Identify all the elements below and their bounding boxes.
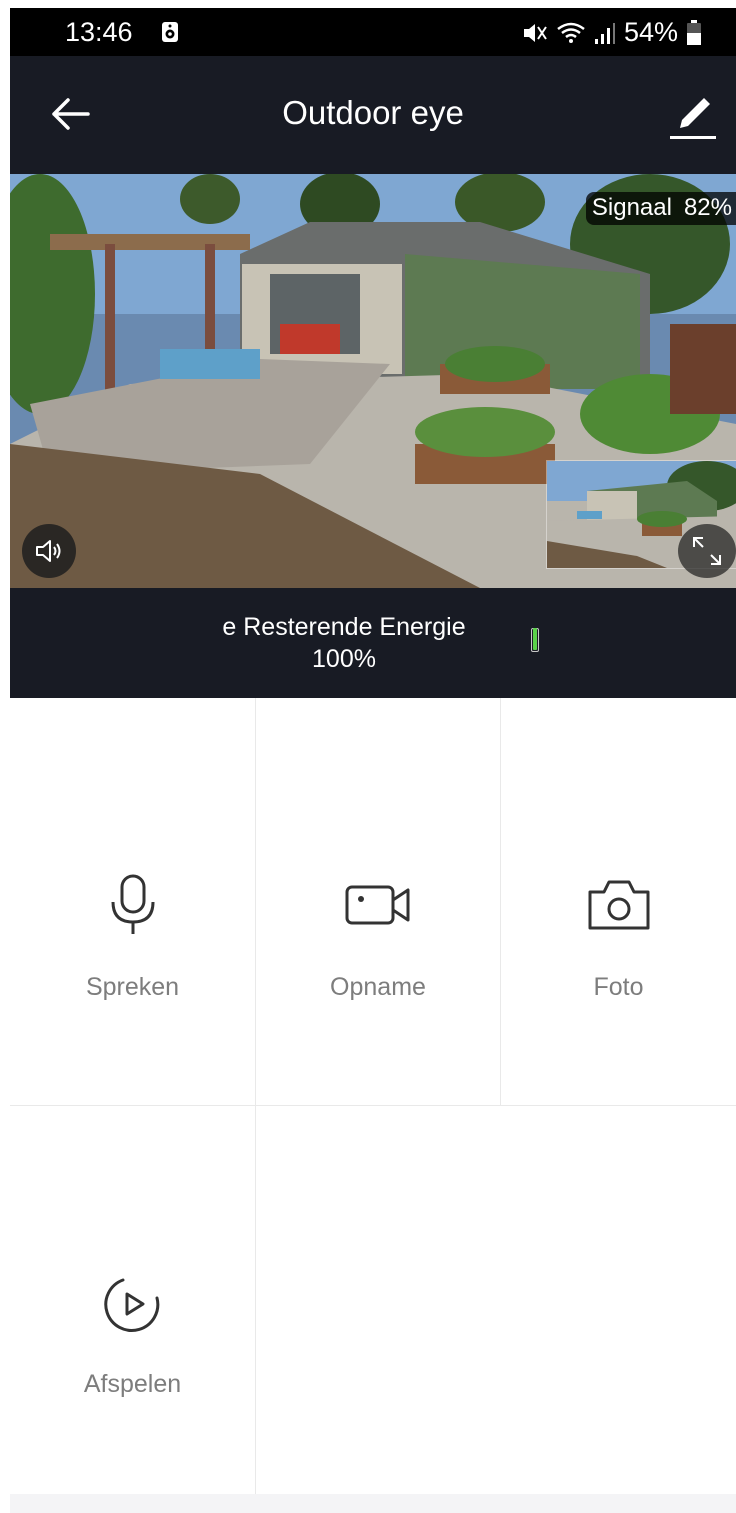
record-label: Opname	[330, 973, 426, 1001]
battery-icon	[687, 19, 701, 45]
playback-icon	[10, 1272, 255, 1336]
camera-icon	[501, 878, 736, 932]
battery-level-fill	[533, 628, 537, 650]
speaker-icon	[36, 540, 61, 562]
mute-icon	[523, 23, 547, 42]
sound-toggle-button[interactable]	[22, 524, 76, 578]
playback-label: Afspelen	[83, 1370, 182, 1398]
status-time: 13:46	[65, 17, 133, 47]
battery-percent: 54%	[623, 17, 678, 47]
signal-label: Signaal	[591, 194, 672, 221]
record-button[interactable]: Opname	[256, 698, 500, 1105]
photo-label: Foto	[593, 973, 644, 1001]
video-camera-icon	[256, 884, 500, 926]
app-frame: 13:46 54% Outdoor eye Signaal 82% e Rest…	[10, 8, 736, 1513]
energy-value: 100%	[312, 645, 376, 673]
energy-panel: e Resterende Energie 100%	[10, 588, 736, 698]
action-grid: Spreken Opname Foto Afspelen	[10, 698, 736, 1494]
battery-level-icon	[531, 628, 539, 652]
edit-pencil-icon[interactable]	[668, 90, 718, 142]
fullscreen-icon	[693, 537, 721, 565]
status-bar: 13:46 54%	[10, 8, 736, 56]
speak-label: Spreken	[85, 973, 180, 1001]
speak-button[interactable]: Spreken	[10, 698, 255, 1105]
notification-icon	[162, 22, 178, 42]
photo-button[interactable]: Foto	[501, 698, 736, 1105]
status-right: 54%	[522, 17, 702, 48]
wifi-icon	[557, 22, 585, 43]
app-header: Outdoor eye	[10, 56, 736, 174]
signal-value: 82%	[683, 194, 732, 221]
playback-button[interactable]: Afspelen	[10, 1106, 255, 1494]
camera-feed[interactable]: Signaal 82%	[10, 174, 736, 588]
signal-badge: Signaal 82%	[585, 192, 736, 225]
energy-label: e Resterende Energie	[222, 613, 466, 641]
microphone-icon	[10, 874, 255, 936]
signal-icon	[594, 22, 615, 44]
fullscreen-button[interactable]	[678, 524, 736, 578]
bottom-strip	[10, 1494, 736, 1513]
page-title: Outdoor eye	[282, 94, 464, 131]
